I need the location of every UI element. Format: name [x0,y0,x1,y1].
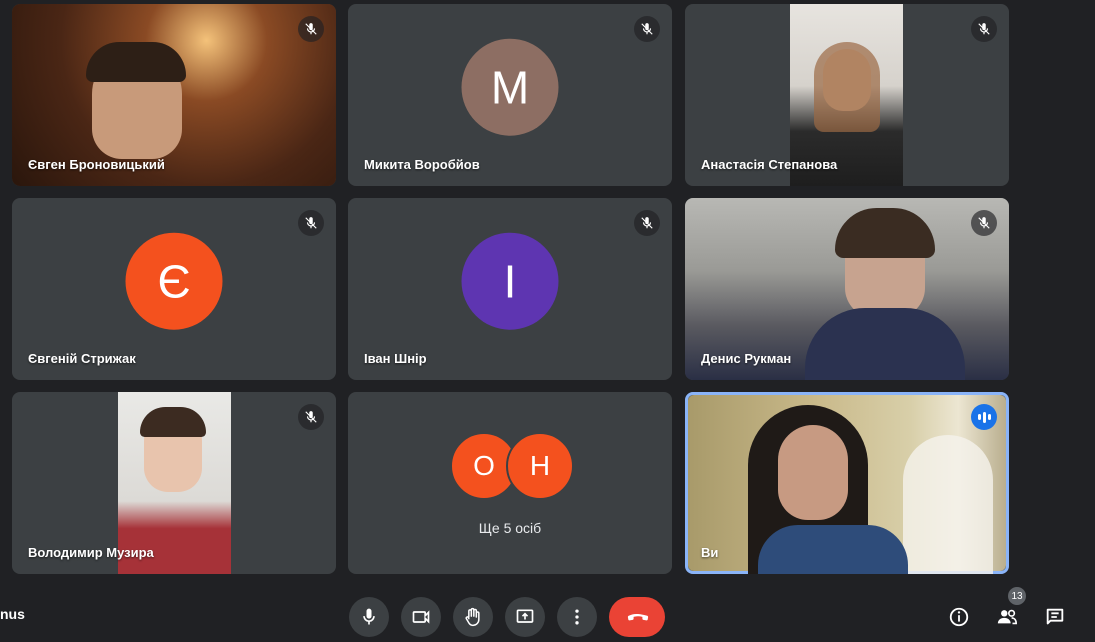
participant-name: Володимир Музира [28,545,154,560]
participants-count-badge: 13 [1008,587,1026,605]
raise-hand-icon [465,607,480,627]
camera-button[interactable] [401,597,441,637]
speaking-indicator-icon [971,404,997,430]
participant-name: Євгеній Стрижак [28,351,136,366]
mic-off-icon [634,210,660,236]
people-icon [997,609,1017,625]
participant-tile[interactable]: Володимир Музира [12,392,336,574]
participants-button[interactable] [990,600,1024,634]
mic-off-icon [971,210,997,236]
participant-tile[interactable]: Анастасія Степанова [685,4,1009,186]
mic-off-icon [298,404,324,430]
self-tile[interactable]: Ви [685,392,1009,574]
meeting-name-fragment: nus [0,606,25,622]
present-button[interactable] [505,597,545,637]
participant-avatar: Н [506,432,574,500]
leave-call-button[interactable] [609,597,665,637]
mic-button[interactable] [349,597,389,637]
chat-icon [1046,608,1064,625]
participant-tile[interactable]: І Іван Шнір [348,198,672,380]
participant-name: Микита Воробйов [364,157,480,172]
more-participants-tile[interactable]: О Н Ще 5 осіб [348,392,672,574]
mic-icon [363,608,375,625]
more-options-button[interactable] [557,597,597,637]
participant-name: Денис Рукман [701,351,792,366]
call-end-icon [627,614,649,621]
participant-avatar: Є [125,232,223,330]
raise-hand-button[interactable] [453,597,493,637]
participant-avatar: М [461,38,559,136]
mic-off-icon [298,16,324,42]
more-participants-label: Ще 5 осіб [478,520,542,536]
present-screen-icon [516,609,534,623]
self-video [688,395,1006,574]
participant-name: Іван Шнір [364,351,427,366]
videocam-icon [412,610,430,624]
participant-tile[interactable]: Є Євгеній Стрижак [12,198,336,380]
chat-button[interactable] [1038,600,1072,634]
participant-tile[interactable]: Євген Броновицький [12,4,336,186]
info-icon [949,607,969,627]
participant-tile[interactable]: М Микита Воробйов [348,4,672,186]
meeting-details-button[interactable] [942,600,976,634]
participant-tile[interactable]: Денис Рукман [685,198,1009,380]
mic-off-icon [634,16,660,42]
mic-off-icon [971,16,997,42]
participant-name: Євген Броновицький [28,157,165,172]
more-vert-icon [575,609,579,625]
participant-name: Ви [701,545,719,560]
mic-off-icon [298,210,324,236]
participant-avatar: І [461,232,559,330]
participant-name: Анастасія Степанова [701,157,838,172]
